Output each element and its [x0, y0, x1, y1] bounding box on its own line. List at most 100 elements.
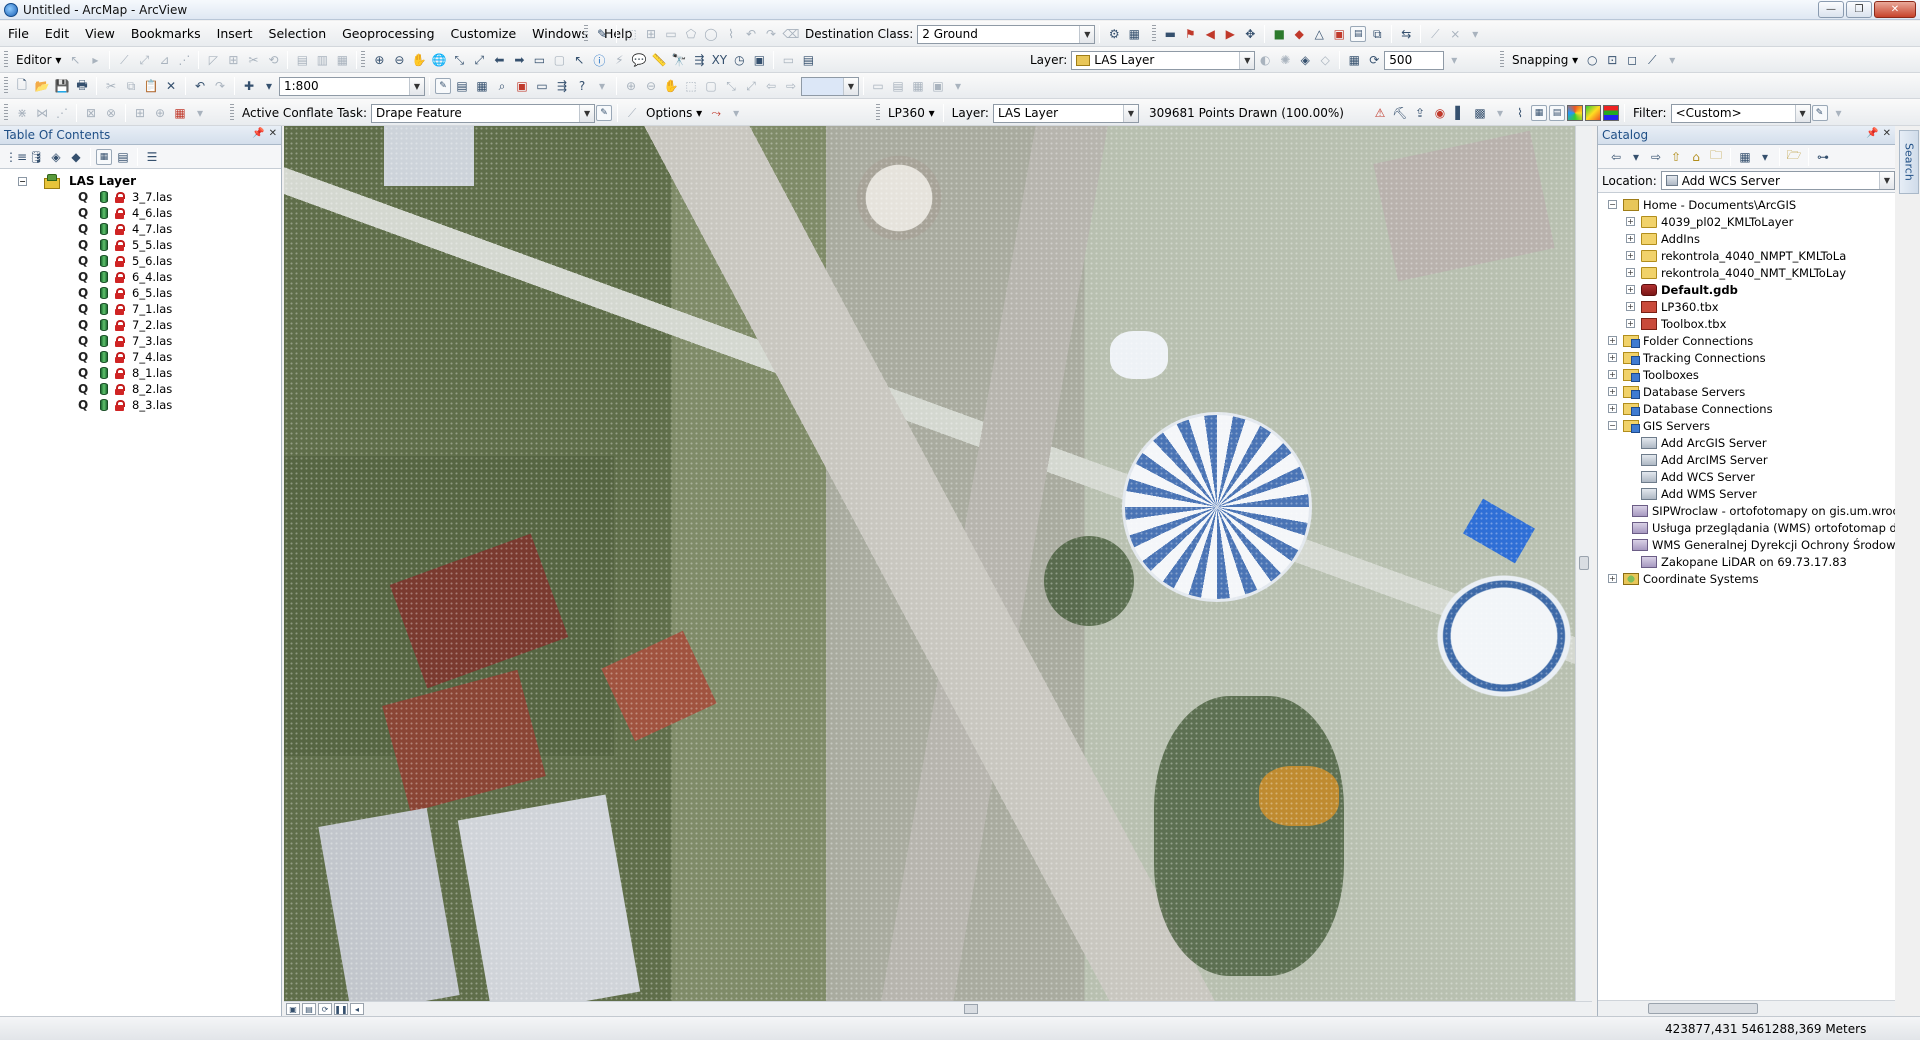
add-data-icon[interactable]: ✚ — [240, 77, 258, 95]
lp360-menu[interactable]: LP360 ▾ — [888, 106, 935, 120]
layout-zoom-out-icon[interactable]: ⊖ — [642, 77, 660, 95]
undo-icon[interactable]: ↶ — [191, 77, 209, 95]
cut-icon[interactable]: ✂ — [102, 77, 120, 95]
lp360-density-icon[interactable]: ▩ — [1471, 104, 1489, 122]
toolbar-overflow-icon[interactable]: ▾ — [727, 104, 745, 122]
help-icon[interactable]: ? — [573, 77, 591, 95]
go-back-extent-icon[interactable]: ⇦ — [762, 77, 780, 95]
layout-zoom-select[interactable]: ▼ — [801, 76, 859, 96]
menu-geoprocessing[interactable]: Geoprocessing — [334, 23, 442, 45]
catalog-node[interactable]: + Database Servers — [1598, 383, 1895, 400]
toc-layer-item[interactable]: Q 3_7.las — [78, 189, 281, 205]
conflate-path-icon[interactable]: ⤳ — [707, 104, 725, 122]
add-data-dropdown-icon[interactable]: ▾ — [260, 77, 278, 95]
toc-layer-item[interactable]: Q 6_5.las — [78, 285, 281, 301]
lp360-grid-icon[interactable]: ▦ — [1531, 105, 1547, 121]
snapping-menu[interactable]: Snapping ▾ — [1512, 53, 1578, 67]
map-vertical-scrollbar[interactable] — [1575, 126, 1592, 1001]
data-view-button[interactable]: ▣ — [286, 1003, 300, 1015]
expand-icon[interactable]: + — [1626, 285, 1635, 294]
go-forward-extent-icon[interactable]: ⇨ — [782, 77, 800, 95]
construction-tools-icon[interactable]: ⊿ — [155, 51, 173, 69]
toggle-draft-icon[interactable]: ▭ — [869, 77, 887, 95]
menu-bookmarks[interactable]: Bookmarks — [123, 23, 209, 45]
scroll-thumb[interactable] — [1648, 1003, 1758, 1014]
toolbar-grip[interactable] — [584, 25, 588, 43]
editor-toolbar-icon[interactable]: ✎ — [435, 78, 451, 94]
delete-icon[interactable]: ✕ — [162, 77, 180, 95]
value-spinner[interactable]: 500 — [1384, 50, 1445, 70]
toggle-tree-icon[interactable]: ⊶ — [1814, 148, 1832, 166]
list-by-source-icon[interactable]: 🛢 — [27, 148, 45, 166]
edit-annotation-icon[interactable]: ▸ — [86, 51, 104, 69]
swipe-layer-icon[interactable]: ◐ — [1256, 51, 1274, 69]
layer-visibility-q-icon[interactable]: Q — [78, 334, 90, 348]
forward-arrow-icon[interactable]: ⇨ — [1647, 148, 1665, 166]
lp360-table-icon[interactable]: ▤ — [1549, 105, 1565, 121]
expand-icon[interactable]: + — [1608, 370, 1617, 379]
catalog-node[interactable]: + AddIns — [1598, 230, 1895, 247]
zoom-whole-page-icon[interactable]: ⬚ — [682, 77, 700, 95]
toc-options-icon[interactable]: ▦ — [96, 148, 112, 165]
profile-icon[interactable]: ▬ — [1161, 25, 1179, 43]
edit-tool-icon[interactable]: ↖ — [66, 51, 84, 69]
tin-edit-icon[interactable]: ⋈ — [33, 104, 51, 122]
zoom-out-icon[interactable]: ⊖ — [390, 51, 408, 69]
expand-icon[interactable]: + — [1608, 404, 1617, 413]
expand-icon[interactable]: + — [1626, 302, 1635, 311]
catalog-node[interactable]: Add ArcIMS Server — [1598, 451, 1895, 468]
crosshair-icon[interactable]: ⊕ — [151, 104, 169, 122]
undo-classify-icon[interactable]: ↶ — [742, 25, 760, 43]
catalog-node[interactable]: Zakopane LiDAR on 69.73.17.83 — [1598, 553, 1895, 570]
toolbar-overflow-icon[interactable]: ▾ — [1445, 51, 1463, 69]
edge-snap-icon[interactable]: ⟋ — [1643, 51, 1661, 69]
end-snap-icon[interactable]: ⊡ — [1603, 51, 1621, 69]
layer-visibility-q-icon[interactable]: Q — [78, 222, 90, 236]
catalog-node[interactable]: + Toolboxes — [1598, 366, 1895, 383]
lp360-contour-icon[interactable]: ⌇ — [1511, 104, 1529, 122]
new-document-icon[interactable]: 🗋 — [13, 77, 31, 95]
tin-build-icon[interactable]: ⋇ — [13, 104, 31, 122]
select-poly-icon[interactable]: ⬠ — [682, 25, 700, 43]
pan-profile-icon[interactable]: ✥ — [1241, 25, 1259, 43]
hyperlink-icon[interactable]: ⚡ — [610, 51, 628, 69]
color-by-class-icon[interactable] — [1603, 105, 1619, 121]
options-menu[interactable]: Options ▾ — [646, 106, 702, 120]
pencil-icon[interactable]: ✎ — [593, 25, 611, 43]
shaded-icon[interactable]: ◆ — [1290, 25, 1308, 43]
map-report-icon[interactable]: ▤ — [799, 51, 817, 69]
warning-triangle-icon[interactable]: ⚠ — [1371, 104, 1389, 122]
select-elements-icon[interactable]: ↖ — [570, 51, 588, 69]
toc-layer-item[interactable]: Q 8_3.las — [78, 397, 281, 413]
straight-segment-icon[interactable]: ⟋ — [115, 51, 133, 69]
list-by-drawing-order-icon[interactable]: ⋮≡ — [5, 148, 27, 166]
scroll-thumb[interactable] — [1579, 556, 1589, 570]
location-select[interactable]: Add WCS Server ▼ — [1660, 171, 1895, 190]
expand-icon[interactable]: + — [1626, 217, 1635, 226]
catalog-node[interactable]: + Folder Connections — [1598, 332, 1895, 349]
toc-layer-item[interactable]: Q 7_4.las — [78, 349, 281, 365]
lp360-dropdown-icon[interactable]: ▾ — [1491, 104, 1509, 122]
tin-icon[interactable]: △ — [1310, 25, 1328, 43]
collapse-icon[interactable]: − — [18, 176, 27, 186]
layer-select[interactable]: LAS Layer ▼ — [1071, 50, 1256, 70]
classify-filter-icon[interactable]: ▦ — [1125, 25, 1143, 43]
toc-layer-item[interactable]: Q 8_1.las — [78, 365, 281, 381]
collapse-icon[interactable]: − — [1608, 421, 1617, 430]
layer-toolbar-icon[interactable]: ▭ — [779, 51, 797, 69]
lp360-tools-icon[interactable]: ⛏ — [1391, 104, 1409, 122]
point-snap-icon[interactable]: ○ — [1583, 51, 1601, 69]
fixed-zoom-out-icon[interactable]: ⤢ — [470, 51, 488, 69]
toolbar-overflow-icon[interactable]: ▾ — [1663, 51, 1681, 69]
expand-icon[interactable]: + — [1626, 251, 1635, 260]
layer-visibility-q-icon[interactable]: Q — [78, 270, 90, 284]
lp360-legend-icon[interactable]: ▌ — [1451, 104, 1469, 122]
color-ramp-icon[interactable]: ■ — [1270, 25, 1288, 43]
table-of-contents-icon[interactable]: ▤ — [453, 77, 471, 95]
filter-edit-icon[interactable]: ✎ — [1811, 105, 1828, 121]
classify-run-icon[interactable]: ⚙ — [1105, 25, 1123, 43]
python-window-icon[interactable]: ▭ — [533, 77, 551, 95]
open-folder-icon[interactable]: 📂 — [33, 77, 51, 95]
lp360-3d-icon[interactable]: ◉ — [1431, 104, 1449, 122]
toc-layer-item[interactable]: Q 5_5.las — [78, 237, 281, 253]
